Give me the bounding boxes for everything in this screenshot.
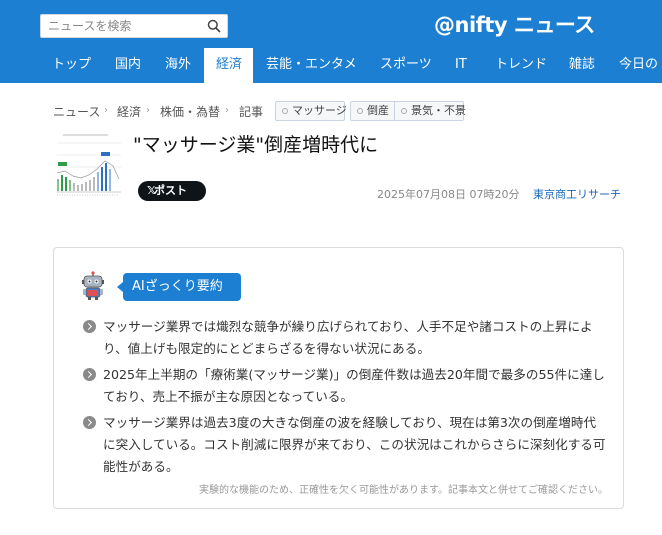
nav-item-domestic[interactable]: 国内 xyxy=(115,48,141,83)
summary-item: 2025年上半期の「療術業(マッサージ業)」の倒産件数は過去20年間で最多の55… xyxy=(83,364,608,408)
nav-item-overseas[interactable]: 海外 xyxy=(165,48,191,83)
top-header: @nifty ニュース xyxy=(0,0,662,48)
x-post-button[interactable]: 𝕏 ポスト xyxy=(138,181,206,201)
summary-text: 2025年上半期の「療術業(マッサージ業)」の倒産件数は過去20年間で最多の55… xyxy=(103,367,605,404)
nav-item-economy[interactable]: 経済 xyxy=(204,48,253,83)
breadcrumb-separator: › xyxy=(104,105,108,116)
article-source[interactable]: 東京商工リサーチ xyxy=(533,186,621,202)
ai-summary-label: AIざっくり要約 xyxy=(117,273,241,301)
tag-economy-cycle[interactable]: 景気・不景 xyxy=(394,101,466,121)
breadcrumb-stocks[interactable]: 株価・為替 xyxy=(160,103,220,120)
breadcrumb-news[interactable]: ニュース xyxy=(53,103,100,120)
summary-text: マッサージ業界では熾烈な競争が繰り広げられており、人手不足や諸コストの上昇により… xyxy=(103,319,593,356)
robot-icon xyxy=(82,271,104,300)
nav-item-sports[interactable]: スポーツ xyxy=(380,48,432,83)
search-icon[interactable] xyxy=(207,19,221,33)
search-box[interactable] xyxy=(40,14,228,38)
ai-disclaimer: 実験的な機能のため、正確性を欠く可能性があります。記事本文と併せてご確認ください… xyxy=(199,485,608,496)
chevron-circle-icon xyxy=(83,416,96,429)
nav-item-magazine[interactable]: 雑誌 xyxy=(569,48,595,83)
nav-item-top[interactable]: トップ xyxy=(52,48,91,83)
nav-item-today[interactable]: 今日の xyxy=(619,48,658,83)
site-logo[interactable]: @nifty ニュース xyxy=(434,9,595,39)
breadcrumb-separator: › xyxy=(225,105,229,116)
breadcrumb-separator: › xyxy=(146,105,150,116)
article-thumbnail[interactable] xyxy=(53,131,125,199)
article-title: "マッサージ業"倒産増時代に xyxy=(133,134,379,156)
chevron-circle-icon xyxy=(83,320,96,333)
summary-item: マッサージ業界は過去3度の大きな倒産の波を経験しており、現在は第3次の倒産増時代… xyxy=(83,412,608,478)
search-input[interactable] xyxy=(41,15,208,37)
tag-massage[interactable]: マッサージ xyxy=(275,101,347,121)
x-logo-icon: 𝕏 xyxy=(147,184,156,197)
nav-item-entertainment[interactable]: 芸能・エンタメ xyxy=(266,48,357,83)
summary-text: マッサージ業界は過去3度の大きな倒産の波を経験しており、現在は第3次の倒産増時代… xyxy=(103,415,606,474)
x-post-label: ポスト xyxy=(154,184,187,197)
summary-item: マッサージ業界では熾烈な競争が繰り広げられており、人手不足や諸コストの上昇により… xyxy=(83,316,608,360)
nav-item-it[interactable]: IT xyxy=(455,48,467,83)
nav-item-trend[interactable]: トレンド xyxy=(495,48,547,83)
publish-date: 2025年07月08日 07時20分 xyxy=(377,188,520,201)
breadcrumb-article: 記事 xyxy=(239,105,264,119)
tag-bankruptcy[interactable]: 倒産 xyxy=(350,101,397,121)
breadcrumb-economy[interactable]: 経済 xyxy=(117,103,141,120)
category-nav: トップ 国内 海外 経済 芸能・エンタメ スポーツ IT トレンド 雑誌 今日の xyxy=(0,48,662,83)
chevron-circle-icon xyxy=(83,368,96,381)
